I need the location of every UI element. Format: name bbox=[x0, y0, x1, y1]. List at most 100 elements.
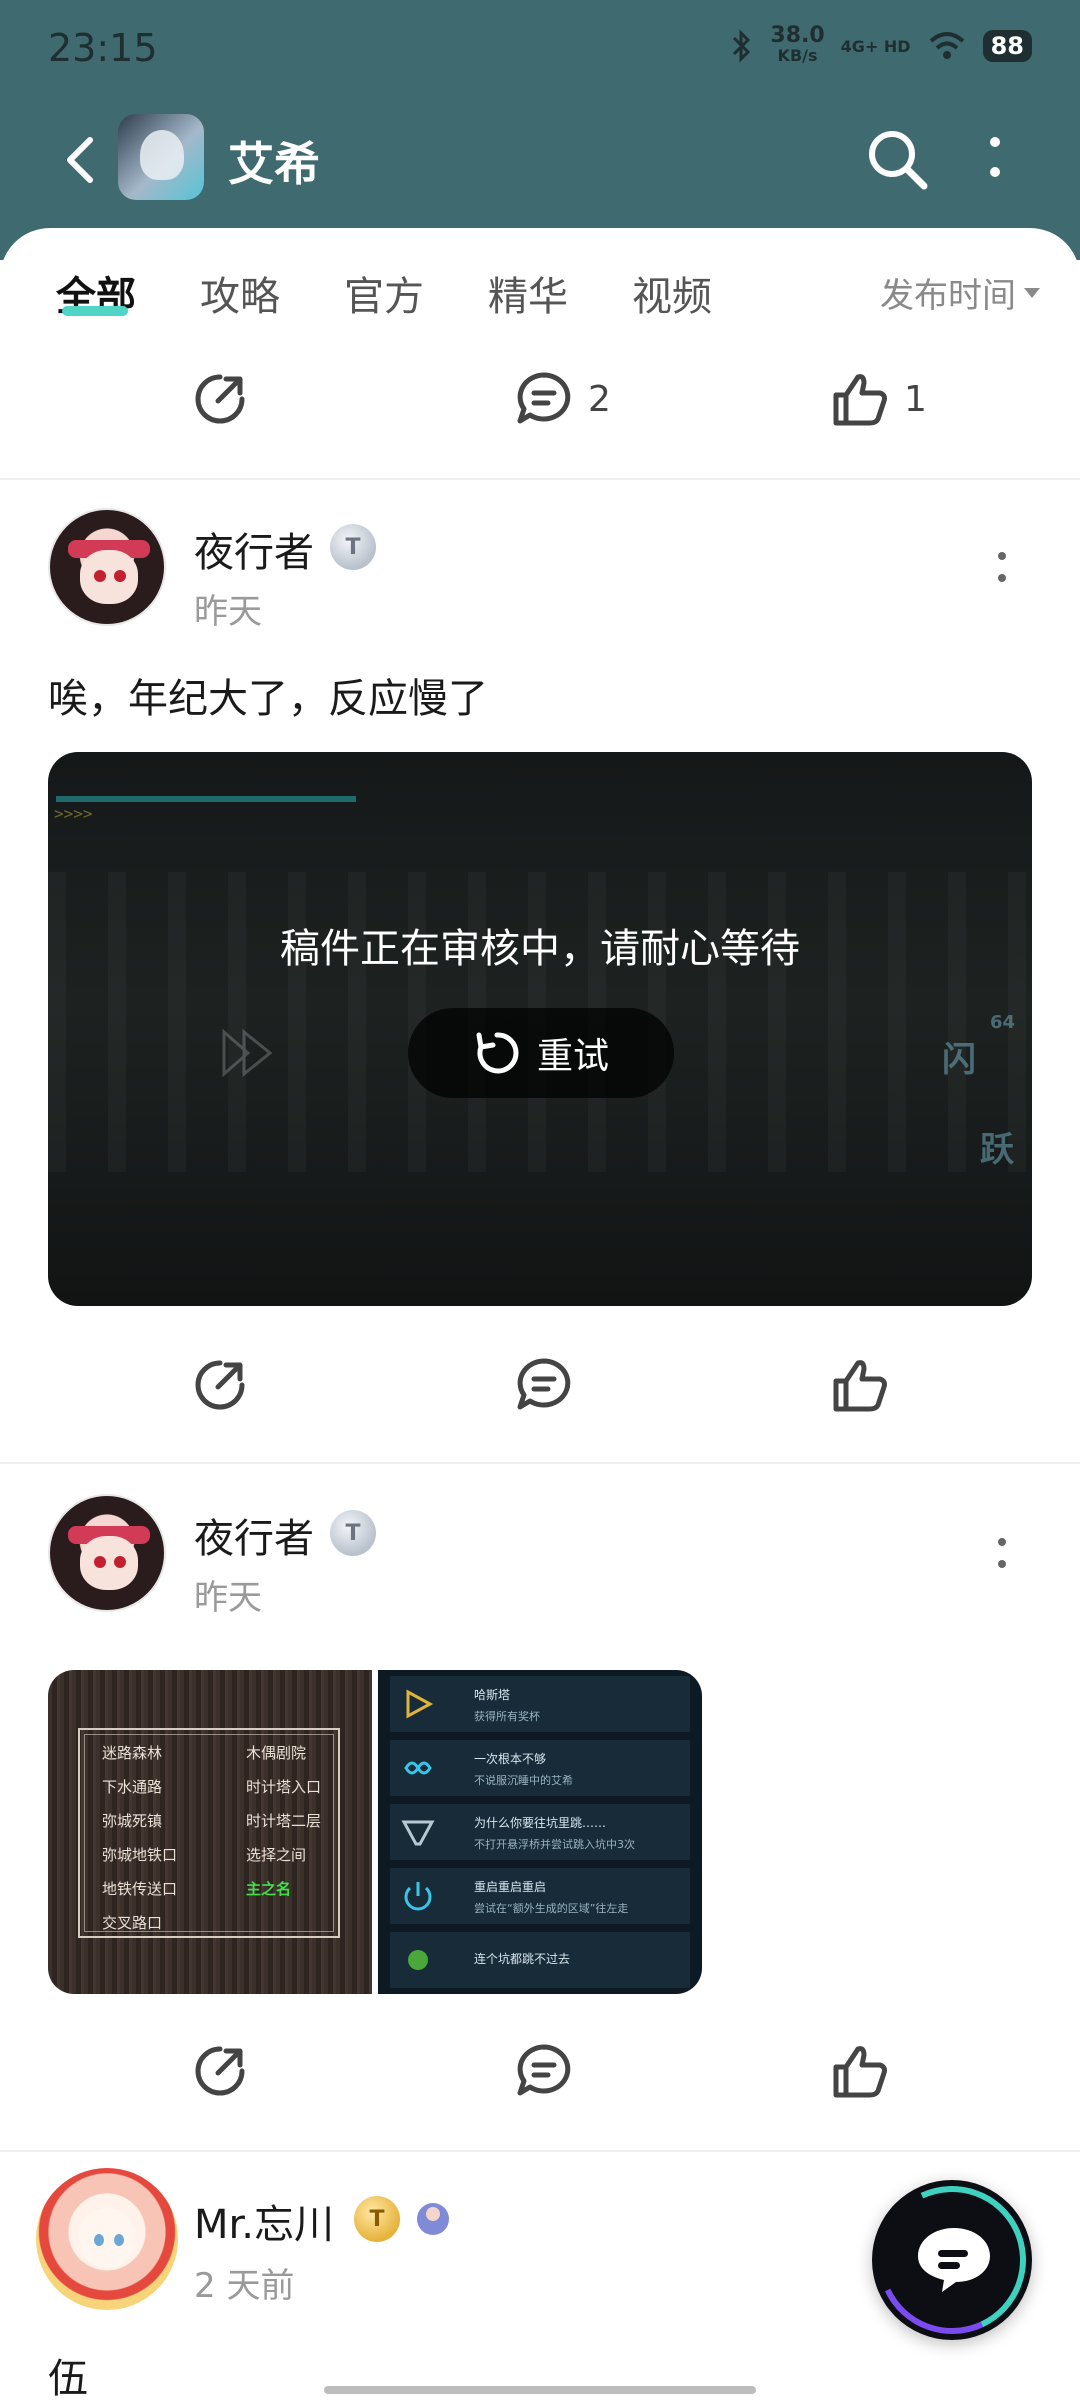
infinity-icon bbox=[404, 1761, 432, 1775]
post-image-achievements[interactable]: 哈斯塔 获得所有奖杯 一次根本不够 不说服沉睡中的艾希 为什么你要往坑里跳…… … bbox=[378, 1670, 702, 1994]
menu-item: 弥城地铁口 bbox=[102, 1846, 178, 1864]
chat-fab-button[interactable] bbox=[872, 2180, 1032, 2340]
trophy-play-icon bbox=[406, 1689, 434, 1719]
game-avatar[interactable] bbox=[118, 114, 204, 200]
menu-item: 下水通路 bbox=[102, 1778, 163, 1796]
user-avatar[interactable] bbox=[36, 2168, 178, 2310]
share-button[interactable] bbox=[190, 2026, 250, 2116]
tab-official[interactable]: 官方 bbox=[344, 264, 424, 322]
share-button[interactable] bbox=[190, 354, 250, 444]
decoration-badge-icon bbox=[417, 2203, 449, 2235]
comment-count: 2 bbox=[588, 378, 611, 420]
retry-label: 重试 bbox=[536, 1036, 609, 1077]
divider bbox=[0, 1462, 1080, 1464]
play-icon bbox=[222, 1028, 273, 1078]
post-username[interactable]: Mr.忘川 bbox=[194, 2192, 334, 2250]
post-username[interactable]: 夜行者 bbox=[194, 520, 314, 578]
like-button[interactable] bbox=[830, 2026, 890, 2116]
post-actions bbox=[0, 1340, 1080, 1430]
hud-number: 64 bbox=[990, 1012, 1016, 1033]
post-time: 2 天前 bbox=[194, 2266, 295, 2306]
title-row: 艾希 bbox=[0, 110, 1080, 210]
app-header: 23:15 38.0 KB/s 4G+ HD 88 艾希 bbox=[0, 0, 1080, 260]
comment-icon bbox=[517, 2044, 571, 2096]
user-avatar[interactable] bbox=[48, 508, 166, 626]
post-more-icon[interactable] bbox=[990, 544, 1014, 594]
post-more-icon[interactable] bbox=[990, 1530, 1014, 1580]
game-title: 艾希 bbox=[228, 137, 320, 191]
video-preview[interactable]: >>>> 稿件正在审核中，请耐心等待 重试 64 闪 跃 bbox=[48, 752, 1032, 1306]
menu-item: 时计塔二层 bbox=[246, 1812, 322, 1830]
share-button[interactable] bbox=[190, 1340, 250, 1430]
achievement-title: 哈斯塔 bbox=[474, 1688, 511, 1702]
home-indicator bbox=[324, 2386, 756, 2394]
sort-dropdown[interactable]: 发布时间 bbox=[880, 268, 1040, 317]
menu-item: 弥城死镇 bbox=[102, 1812, 163, 1830]
menu-item: 迷路森林 bbox=[102, 1744, 163, 1762]
menu-item: 交叉路口 bbox=[102, 1914, 163, 1932]
status-bar: 23:15 38.0 KB/s 4G+ HD 88 bbox=[0, 0, 1080, 100]
hud-controls: 64 闪 跃 bbox=[912, 1012, 1032, 1306]
comment-button[interactable] bbox=[514, 1340, 574, 1430]
more-options-icon[interactable] bbox=[980, 128, 1010, 188]
hud-dodge-label: 闪 bbox=[942, 1040, 976, 1080]
comment-icon bbox=[517, 1358, 571, 1410]
like-button[interactable] bbox=[830, 1340, 890, 1430]
post-image-map-menu[interactable]: 迷路森林 木偶剧院 下水通路 时计塔入口 弥城死镇 时计塔二层 弥城地铁口 选择… bbox=[48, 1670, 372, 1994]
menu-item: 时计塔入口 bbox=[246, 1778, 322, 1796]
post-time: 昨天 bbox=[194, 1578, 262, 1618]
hud-mark: >>>> bbox=[54, 804, 93, 823]
network-indicator: 4G+ HD bbox=[840, 36, 911, 56]
tab-underline bbox=[62, 306, 128, 316]
net-speed: 38.0 KB/s bbox=[770, 23, 825, 66]
battery-indicator: 88 bbox=[982, 30, 1032, 62]
user-avatar[interactable] bbox=[48, 1494, 166, 1612]
tab-guides[interactable]: 攻略 bbox=[200, 264, 280, 322]
level-badge-icon: T bbox=[330, 1510, 376, 1556]
post-text: 伍 bbox=[48, 2356, 88, 2400]
share-icon bbox=[195, 2046, 245, 2096]
achievement-desc: 不打开悬浮桥并尝试跳入坑中3次 bbox=[474, 1838, 635, 1851]
post-actions bbox=[0, 2026, 1080, 2116]
refresh-icon bbox=[476, 1032, 519, 1074]
review-status-text: 稿件正在审核中，请耐心等待 bbox=[280, 926, 800, 972]
share-icon bbox=[195, 374, 245, 424]
menu-item-highlight: 主之名 bbox=[246, 1880, 292, 1898]
like-button[interactable]: 1 bbox=[830, 354, 927, 444]
hud-bar bbox=[56, 796, 356, 802]
menu-item: 木偶剧院 bbox=[246, 1744, 307, 1762]
thumbs-up-icon bbox=[833, 2046, 887, 2098]
pit-icon bbox=[401, 1820, 435, 1846]
back-button[interactable] bbox=[56, 132, 106, 188]
achievement-title: 重启重启重启 bbox=[474, 1880, 547, 1894]
creature-icon bbox=[408, 1950, 428, 1970]
share-icon bbox=[195, 1360, 245, 1410]
achievement-desc: 不说服沉睡中的艾希 bbox=[474, 1774, 573, 1787]
wifi-icon bbox=[929, 32, 964, 59]
comment-button[interactable] bbox=[514, 2026, 574, 2116]
tabs-bar: 全部 攻略 官方 精华 视频 发布时间 bbox=[0, 228, 1080, 348]
retry-button[interactable]: 重试 bbox=[408, 1008, 674, 1098]
hud-jump-label: 跃 bbox=[980, 1130, 1014, 1170]
thumbs-up-icon bbox=[833, 1360, 887, 1412]
achievement-desc: 尝试在“额外生成的区域”往左走 bbox=[474, 1902, 629, 1915]
divider bbox=[0, 2150, 1080, 2152]
achievement-title: 连个坑都跳不过去 bbox=[474, 1952, 571, 1966]
status-icons: 38.0 KB/s 4G+ HD 88 bbox=[728, 23, 1032, 66]
tab-videos[interactable]: 视频 bbox=[632, 264, 712, 322]
menu-item: 地铁传送口 bbox=[102, 1880, 178, 1898]
achievement-desc: 获得所有奖杯 bbox=[474, 1710, 540, 1723]
achievement-title: 一次根本不够 bbox=[474, 1752, 547, 1766]
comment-button[interactable]: 2 bbox=[514, 354, 611, 444]
power-icon bbox=[404, 1882, 432, 1911]
level-badge-icon: T bbox=[354, 2196, 400, 2242]
like-count: 1 bbox=[904, 378, 927, 420]
menu-item: 选择之间 bbox=[246, 1846, 307, 1864]
post-username[interactable]: 夜行者 bbox=[194, 1506, 314, 1564]
divider bbox=[0, 478, 1080, 480]
search-icon[interactable] bbox=[862, 124, 932, 194]
post-time: 昨天 bbox=[194, 592, 262, 632]
tab-featured[interactable]: 精华 bbox=[488, 264, 568, 322]
chat-bubble-icon bbox=[918, 2228, 990, 2292]
bluetooth-icon bbox=[733, 29, 751, 63]
